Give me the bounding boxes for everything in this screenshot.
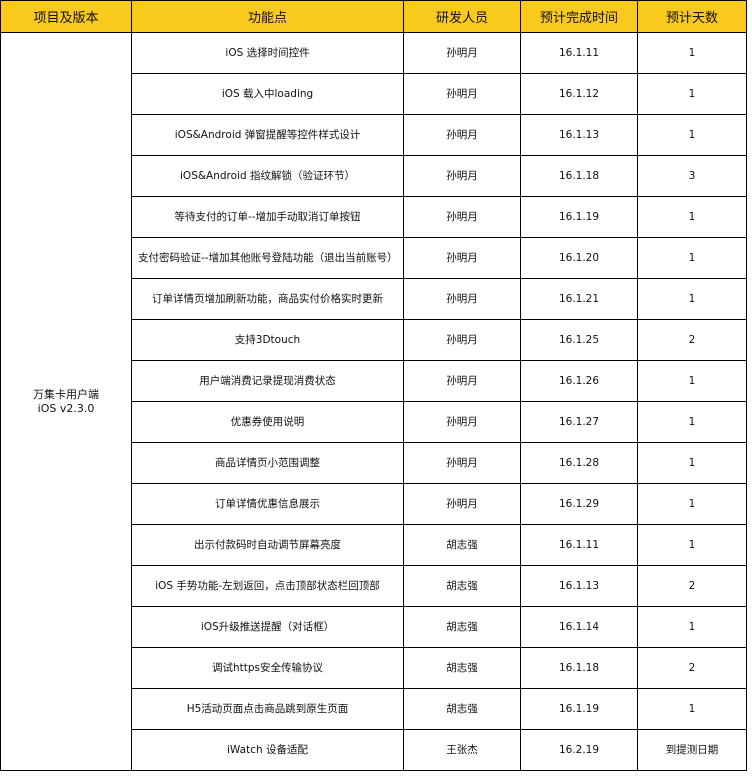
due-date-cell: 16.1.19 <box>520 688 638 730</box>
developer-cell: 胡志强 <box>403 688 521 730</box>
feature-cell: iOS&Android 弹窗提醒等控件样式设计 <box>131 114 404 156</box>
header-developer: 研发人员 <box>403 0 521 33</box>
due-date-cell: 16.1.27 <box>520 401 638 443</box>
developer-cell: 王张杰 <box>403 729 521 771</box>
feature-cell: 优惠券使用说明 <box>131 401 404 443</box>
due-date-cell: 16.1.21 <box>520 278 638 320</box>
feature-cell: 订单详情页增加刷新功能，商品实付价格实时更新 <box>131 278 404 320</box>
estimated-days-cell: 1 <box>637 73 747 115</box>
due-date-cell: 16.1.12 <box>520 73 638 115</box>
estimated-days-cell: 1 <box>637 278 747 320</box>
due-date-cell: 16.1.28 <box>520 442 638 484</box>
estimated-days-cell: 1 <box>637 32 747 74</box>
developer-cell: 孙明月 <box>403 483 521 525</box>
due-date-cell: 16.1.13 <box>520 114 638 156</box>
estimated-days-cell: 1 <box>637 442 747 484</box>
feature-cell: 用户端消费记录提现消费状态 <box>131 360 404 402</box>
due-date-cell: 16.1.18 <box>520 647 638 689</box>
estimated-days-cell: 1 <box>637 114 747 156</box>
header-project-version: 项目及版本 <box>0 0 132 33</box>
estimated-days-cell: 1 <box>637 688 747 730</box>
estimated-days-cell: 1 <box>637 524 747 566</box>
due-date-cell: 16.1.29 <box>520 483 638 525</box>
estimated-days-cell: 1 <box>637 237 747 279</box>
table-row: 万集卡用户端 iOS v2.3.0 iOS 选择时间控件 孙明月 16.1.11 1 <box>0 32 747 771</box>
developer-cell: 孙明月 <box>403 155 521 197</box>
due-date-cell: 16.1.11 <box>520 524 638 566</box>
schedule-table: 项目及版本 功能点 研发人员 预计完成时间 预计天数 万集卡用户端 iOS v2.… <box>0 0 747 771</box>
feature-cell: 商品详情页小范围调整 <box>131 442 404 484</box>
developer-cell: 孙明月 <box>403 196 521 238</box>
developer-cell: 孙明月 <box>403 319 521 361</box>
developer-cell: 孙明月 <box>403 114 521 156</box>
developer-cell: 孙明月 <box>403 442 521 484</box>
estimated-days-cell: 1 <box>637 483 747 525</box>
developer-cell: 胡志强 <box>403 565 521 607</box>
header-due-date: 预计完成时间 <box>520 0 638 33</box>
developer-cell: 孙明月 <box>403 401 521 443</box>
feature-cell: 等待支付的订单--增加手动取消订单按钮 <box>131 196 404 238</box>
developer-cell: 孙明月 <box>403 278 521 320</box>
due-date-cell: 16.1.19 <box>520 196 638 238</box>
feature-cell: iOS 载入中loading <box>131 73 404 115</box>
developer-cell: 胡志强 <box>403 606 521 648</box>
header-row: 项目及版本 功能点 研发人员 预计完成时间 预计天数 <box>0 0 747 33</box>
header-estimated-days: 预计天数 <box>637 0 747 33</box>
due-date-cell: 16.1.13 <box>520 565 638 607</box>
header-feature: 功能点 <box>131 0 404 33</box>
project-version: iOS v2.3.0 <box>37 401 95 415</box>
feature-cell: 出示付款码时自动调节屏幕亮度 <box>131 524 404 566</box>
feature-cell: iOS&Android 指纹解锁（验证环节） <box>131 155 404 197</box>
due-date-cell: 16.1.18 <box>520 155 638 197</box>
table-body: 万集卡用户端 iOS v2.3.0 iOS 选择时间控件 孙明月 16.1.11 1 iOS… <box>0 32 747 771</box>
estimated-days-cell: 1 <box>637 401 747 443</box>
due-date-cell: 16.1.25 <box>520 319 638 361</box>
estimated-days-cell: 2 <box>637 565 747 607</box>
feature-cell: 订单详情优惠信息展示 <box>131 483 404 525</box>
project-name: 万集卡用户端 <box>33 387 99 401</box>
due-date-cell: 16.1.11 <box>520 32 638 74</box>
table-header: 项目及版本 功能点 研发人员 预计完成时间 预计天数 <box>0 0 747 33</box>
developer-cell: 胡志强 <box>403 524 521 566</box>
estimated-days-cell: 1 <box>637 606 747 648</box>
feature-cell: 调试https安全传输协议 <box>131 647 404 689</box>
feature-cell: iOS升级推送提醒（对话框） <box>131 606 404 648</box>
developer-cell: 孙明月 <box>403 360 521 402</box>
estimated-days-cell: 1 <box>637 196 747 238</box>
estimated-days-cell: 到提测日期 <box>637 729 747 771</box>
estimated-days-cell: 2 <box>637 319 747 361</box>
due-date-cell: 16.1.26 <box>520 360 638 402</box>
feature-cell: iOS 手势功能-左划返回，点击顶部状态栏回顶部 <box>131 565 404 607</box>
project-version-cell: 万集卡用户端 iOS v2.3.0 <box>0 32 132 771</box>
feature-cell: iOS 选择时间控件 <box>131 32 404 74</box>
developer-cell: 孙明月 <box>403 32 521 74</box>
estimated-days-cell: 2 <box>637 647 747 689</box>
due-date-cell: 16.1.20 <box>520 237 638 279</box>
feature-cell: iWatch 设备适配 <box>131 729 404 771</box>
developer-cell: 孙明月 <box>403 73 521 115</box>
feature-cell: 支付密码验证--增加其他账号登陆功能（退出当前账号） <box>131 237 404 279</box>
feature-cell: H5活动页面点击商品跳到原生页面 <box>131 688 404 730</box>
due-date-cell: 16.1.14 <box>520 606 638 648</box>
due-date-cell: 16.2.19 <box>520 729 638 771</box>
feature-cell: 支持3Dtouch <box>131 319 404 361</box>
developer-cell: 孙明月 <box>403 237 521 279</box>
estimated-days-cell: 3 <box>637 155 747 197</box>
estimated-days-cell: 1 <box>637 360 747 402</box>
developer-cell: 胡志强 <box>403 647 521 689</box>
